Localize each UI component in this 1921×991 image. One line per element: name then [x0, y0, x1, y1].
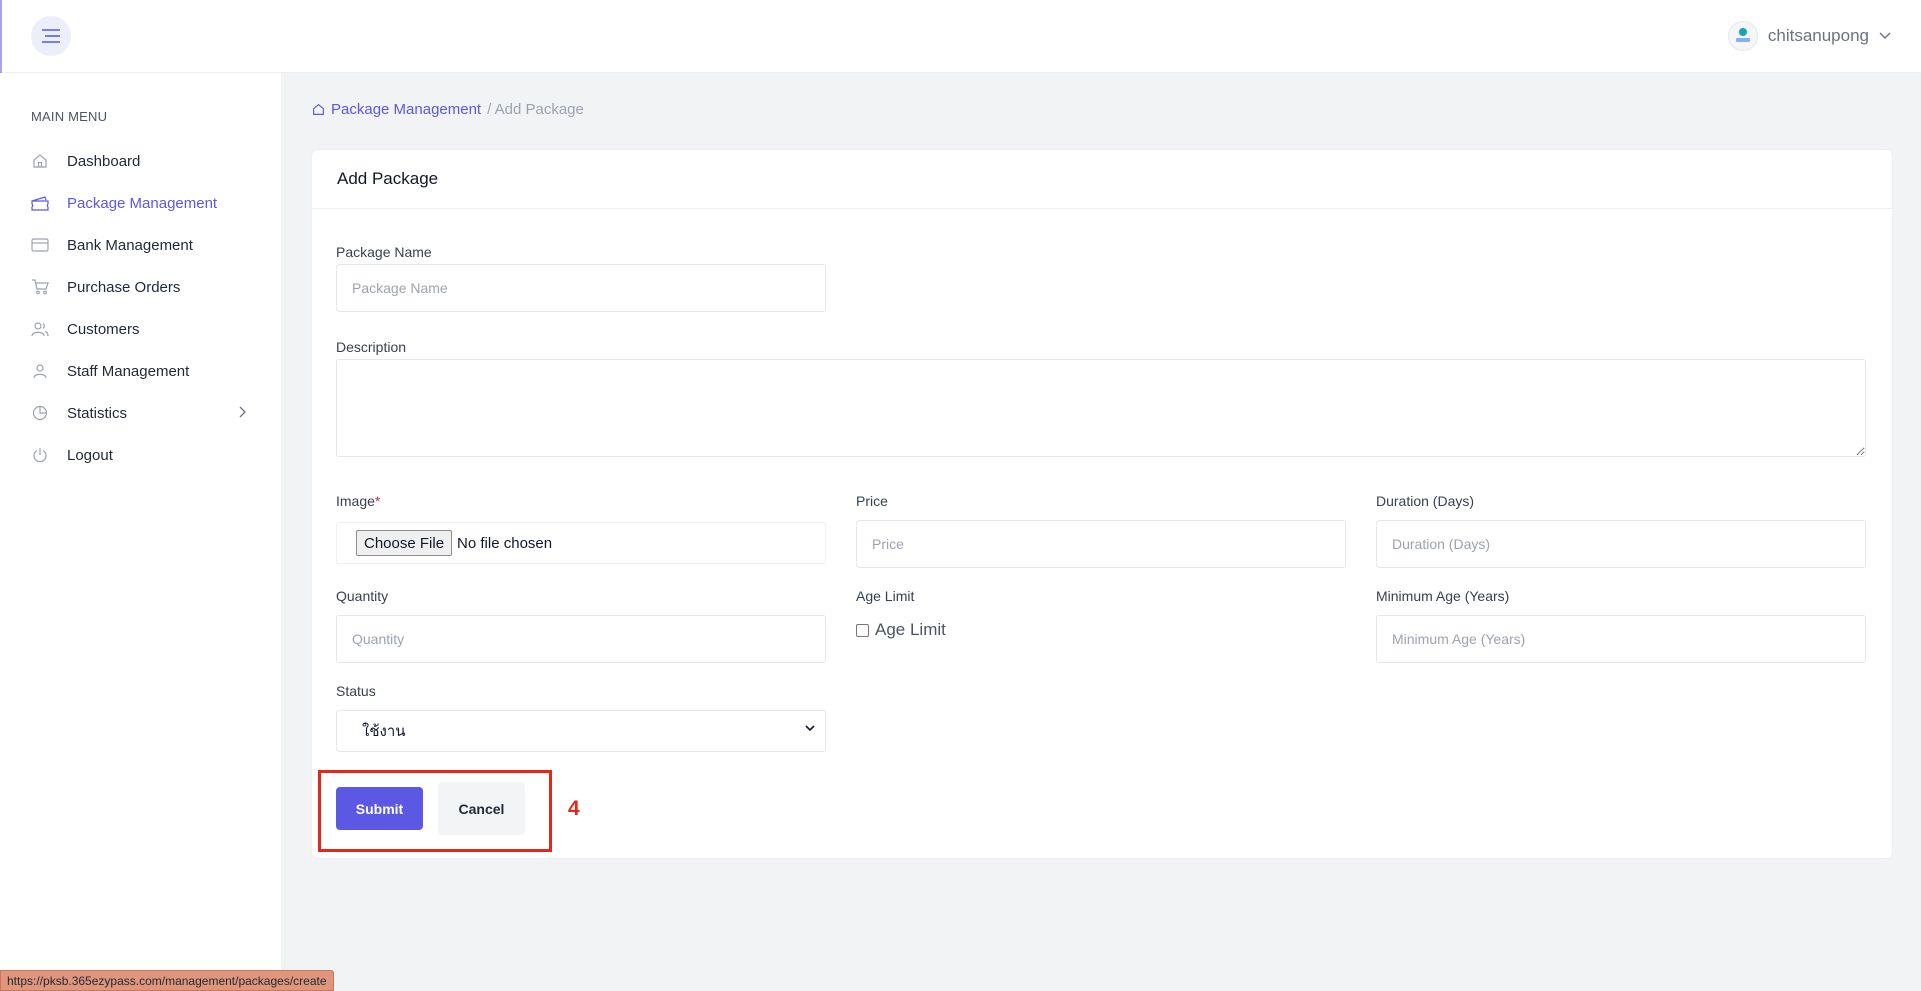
sidebar-item-bank-management[interactable]: Bank Management [0, 224, 281, 266]
user-icon [33, 364, 47, 379]
top-bar: chitsanupong [0, 0, 1921, 73]
quantity-input[interactable] [336, 615, 826, 663]
description-textarea[interactable] [336, 359, 1866, 457]
avatar [1727, 21, 1758, 51]
menu-title: MAIN MENU [31, 109, 108, 124]
credit-card-icon [31, 238, 49, 252]
home-icon [313, 103, 324, 115]
minimum-age-input[interactable] [1376, 615, 1866, 663]
sidebar-item-dashboard[interactable]: Dashboard [0, 140, 281, 182]
quantity-label: Quantity [336, 588, 389, 604]
sidebar: MAIN MENU Dashboard Package Management B… [0, 73, 281, 991]
users-icon [31, 322, 49, 337]
sidebar-item-label: Package Management [67, 194, 218, 212]
chevron-right-icon [239, 406, 246, 418]
sidebar-item-label: Logout [67, 446, 113, 464]
hamburger-icon [42, 29, 60, 43]
breadcrumb-link-package-management[interactable]: Package Management [312, 101, 481, 118]
home-icon [33, 154, 47, 168]
breadcrumb: Package Management / Add Package [312, 101, 584, 118]
price-input[interactable] [856, 520, 1346, 568]
edge-accent-line [0, 0, 2, 73]
description-label: Description [336, 339, 407, 355]
main-content: Package Management / Add Package Add Pac… [281, 73, 1921, 991]
chevron-down-icon [1879, 32, 1891, 39]
add-package-card: Add Package Package Name Description Ima… [312, 150, 1892, 858]
annotation-highlight-box [318, 770, 552, 852]
power-icon [33, 448, 47, 463]
sidebar-item-label: Bank Management [67, 236, 193, 254]
breadcrumb-parent-label: Package Management [331, 101, 482, 118]
minimum-age-label: Minimum Age (Years) [1376, 588, 1510, 604]
user-menu[interactable]: chitsanupong [1727, 21, 1891, 51]
ticket-icon [31, 196, 49, 211]
breadcrumb-current: / Add Package [487, 101, 584, 118]
main-menu: Dashboard Package Management Bank Manage… [0, 140, 281, 476]
price-label: Price [856, 493, 888, 509]
sidebar-item-label: Staff Management [67, 362, 190, 380]
status-selected-value: ใช้งาน [362, 723, 406, 740]
logo-icon [1735, 28, 1750, 42]
package-name-label: Package Name [336, 244, 432, 260]
menu-toggle-button[interactable] [31, 16, 71, 56]
sidebar-item-customers[interactable]: Customers [0, 308, 281, 350]
age-limit-checkbox-group: Age Limit [856, 620, 946, 640]
annotation-step-number: 4 [568, 797, 580, 820]
sidebar-item-package-management[interactable]: Package Management [0, 182, 281, 224]
age-limit-checkbox[interactable] [856, 623, 869, 637]
package-name-input[interactable] [336, 264, 826, 312]
card-header: Add Package [312, 150, 1892, 209]
image-label: Image* [336, 493, 380, 509]
age-limit-label: Age Limit [856, 588, 915, 604]
age-limit-checkbox-label: Age Limit [875, 620, 946, 639]
sidebar-item-label: Purchase Orders [67, 278, 181, 296]
status-select[interactable]: ใช้งาน [336, 710, 826, 752]
sidebar-item-logout[interactable]: Logout [0, 434, 281, 476]
status-bar-url: https://pksb.365ezypass.com/management/p… [0, 970, 334, 991]
cart-icon [32, 279, 49, 295]
sidebar-item-label: Customers [67, 320, 140, 338]
card-title: Add Package [337, 169, 439, 188]
username: chitsanupong [1767, 26, 1869, 45]
chevron-down-icon [805, 725, 815, 732]
sidebar-item-purchase-orders[interactable]: Purchase Orders [0, 266, 281, 308]
required-mark: * [374, 493, 381, 509]
duration-label: Duration (Days) [1376, 493, 1475, 509]
sidebar-item-label: Dashboard [67, 152, 141, 170]
image-file-input: Choose File No file chosen [336, 522, 826, 564]
duration-input[interactable] [1376, 520, 1866, 568]
sidebar-item-label: Statistics [67, 404, 128, 422]
sidebar-item-staff-management[interactable]: Staff Management [0, 350, 281, 392]
file-status-text: No file chosen [457, 534, 553, 552]
status-label: Status [336, 683, 376, 699]
pie-chart-icon [32, 405, 48, 421]
sidebar-item-statistics[interactable]: Statistics [0, 392, 281, 434]
image-label-text: Image [336, 493, 375, 509]
choose-file-button[interactable]: Choose File [356, 530, 453, 556]
